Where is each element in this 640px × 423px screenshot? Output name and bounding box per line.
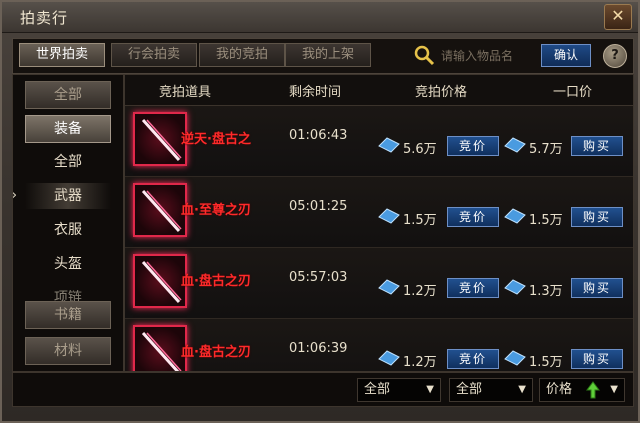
bid-price: 1.2万 bbox=[403, 284, 437, 299]
auction-list: 竞拍道具 剩余时间 竞拍价格 一口价 逆天·盘古之 01:06:43 5.6万 … bbox=[124, 74, 634, 372]
sort-dropdown[interactable]: 价格 ▼ bbox=[539, 378, 625, 402]
chevron-down-icon: ▼ bbox=[518, 384, 526, 395]
filter-dropdown-1-value: 全部 bbox=[364, 382, 391, 397]
subcategory-helmet[interactable]: 头盔 bbox=[25, 251, 111, 277]
subcategory-weapons[interactable]: » 武器 bbox=[13, 183, 111, 209]
category-all[interactable]: 全部 bbox=[25, 81, 111, 109]
tab-my-listings[interactable]: 我的上架 bbox=[285, 43, 371, 67]
currency-gem-icon bbox=[378, 137, 400, 153]
currency-gem-icon bbox=[504, 137, 526, 153]
chevron-down-icon: ▼ bbox=[426, 384, 434, 395]
category-equipment[interactable]: 装备 bbox=[25, 115, 111, 143]
table-row[interactable]: 血·至尊之刃 05:01:25 1.5万 竞价 1.5万 购买 bbox=[125, 177, 633, 248]
column-item: 竞拍道具 bbox=[159, 85, 212, 100]
buyout-price: 1.3万 bbox=[529, 284, 563, 299]
list-header: 竞拍道具 剩余时间 竞拍价格 一口价 bbox=[125, 75, 633, 106]
item-name: 血·盘古之刃 bbox=[181, 345, 251, 360]
category-materials[interactable]: 材料 bbox=[25, 337, 111, 365]
bid-price: 1.5万 bbox=[403, 213, 437, 228]
buy-button[interactable]: 购买 bbox=[571, 278, 623, 298]
category-books[interactable]: 书籍 bbox=[25, 301, 111, 329]
buy-button[interactable]: 购买 bbox=[571, 207, 623, 227]
tab-world-auction[interactable]: 世界拍卖 bbox=[19, 43, 105, 67]
bid-button[interactable]: 竞价 bbox=[447, 278, 499, 298]
filter-bar: 全部 ▼ 全部 ▼ 价格 ▼ bbox=[12, 372, 634, 407]
subcategory-all[interactable]: 全部 bbox=[25, 149, 111, 175]
arrow-up-icon bbox=[586, 381, 600, 399]
bid-button[interactable]: 竞价 bbox=[447, 136, 499, 156]
filter-dropdown-2-value: 全部 bbox=[456, 382, 483, 397]
buyout-price: 1.5万 bbox=[529, 355, 563, 370]
sword-item-icon bbox=[133, 183, 187, 237]
table-row[interactable]: 血·盘古之刃 01:06:39 1.2万 竞价 1.5万 购买 bbox=[125, 319, 633, 371]
currency-gem-icon bbox=[378, 279, 400, 295]
top-toolbar: 世界拍卖 行会拍卖 我的竞拍 我的上架 确认 ? bbox=[12, 38, 634, 74]
buyout-price: 5.7万 bbox=[529, 142, 563, 157]
table-row[interactable]: 逆天·盘古之 01:06:43 5.6万 竞价 5.7万 购买 bbox=[125, 106, 633, 177]
selected-arrow-icon: » bbox=[13, 183, 17, 209]
sword-item-icon bbox=[133, 325, 187, 371]
confirm-button[interactable]: 确认 bbox=[541, 44, 591, 67]
close-icon: ✕ bbox=[611, 6, 625, 25]
sort-dropdown-value: 价格 bbox=[546, 382, 573, 397]
remaining-time: 01:06:39 bbox=[289, 341, 348, 356]
subcategory-clothes[interactable]: 衣服 bbox=[25, 217, 111, 243]
category-sidebar: 全部 装备 全部 » 武器 衣服 头盔 项链 书籍 材料 bbox=[12, 74, 124, 372]
close-button[interactable]: ✕ bbox=[604, 4, 632, 30]
filter-dropdown-2[interactable]: 全部 ▼ bbox=[449, 378, 533, 402]
item-name: 血·盘古之刃 bbox=[181, 274, 251, 289]
bid-price: 1.2万 bbox=[403, 355, 437, 370]
buy-button[interactable]: 购买 bbox=[571, 349, 623, 369]
filter-dropdown-1[interactable]: 全部 ▼ bbox=[357, 378, 441, 402]
title-bar: 拍卖行 ✕ bbox=[2, 2, 638, 33]
subcategory-weapons-label: 武器 bbox=[54, 188, 82, 204]
remaining-time: 01:06:43 bbox=[289, 128, 348, 143]
buyout-price: 1.5万 bbox=[529, 213, 563, 228]
remaining-time: 05:01:25 bbox=[289, 199, 348, 214]
currency-gem-icon bbox=[378, 350, 400, 366]
auction-window: 拍卖行 ✕ 世界拍卖 行会拍卖 我的竞拍 我的上架 确认 ? 全部 装备 全部 … bbox=[0, 0, 640, 423]
currency-gem-icon bbox=[378, 208, 400, 224]
chevron-down-icon: ▼ bbox=[610, 384, 618, 395]
help-button[interactable]: ? bbox=[603, 44, 627, 68]
column-buyout: 一口价 bbox=[553, 85, 593, 100]
table-row[interactable]: 血·盘古之刃 05:57:03 1.2万 竞价 1.3万 购买 bbox=[125, 248, 633, 319]
search-input[interactable] bbox=[441, 46, 541, 66]
item-name: 逆天·盘古之 bbox=[181, 132, 251, 147]
bid-price: 5.6万 bbox=[403, 142, 437, 157]
buy-button[interactable]: 购买 bbox=[571, 136, 623, 156]
column-time: 剩余时间 bbox=[289, 85, 342, 100]
window-title: 拍卖行 bbox=[20, 9, 69, 27]
currency-gem-icon bbox=[504, 350, 526, 366]
currency-gem-icon bbox=[504, 208, 526, 224]
sword-item-icon bbox=[133, 254, 187, 308]
search-icon[interactable] bbox=[413, 44, 435, 66]
bid-button[interactable]: 竞价 bbox=[447, 207, 499, 227]
tab-guild-auction[interactable]: 行会拍卖 bbox=[111, 43, 197, 67]
tab-my-bids[interactable]: 我的竞拍 bbox=[199, 43, 285, 67]
column-bid: 竞拍价格 bbox=[415, 85, 468, 100]
item-name: 血·至尊之刃 bbox=[181, 203, 251, 218]
sword-item-icon bbox=[133, 112, 187, 166]
currency-gem-icon bbox=[504, 279, 526, 295]
bid-button[interactable]: 竞价 bbox=[447, 349, 499, 369]
remaining-time: 05:57:03 bbox=[289, 270, 348, 285]
